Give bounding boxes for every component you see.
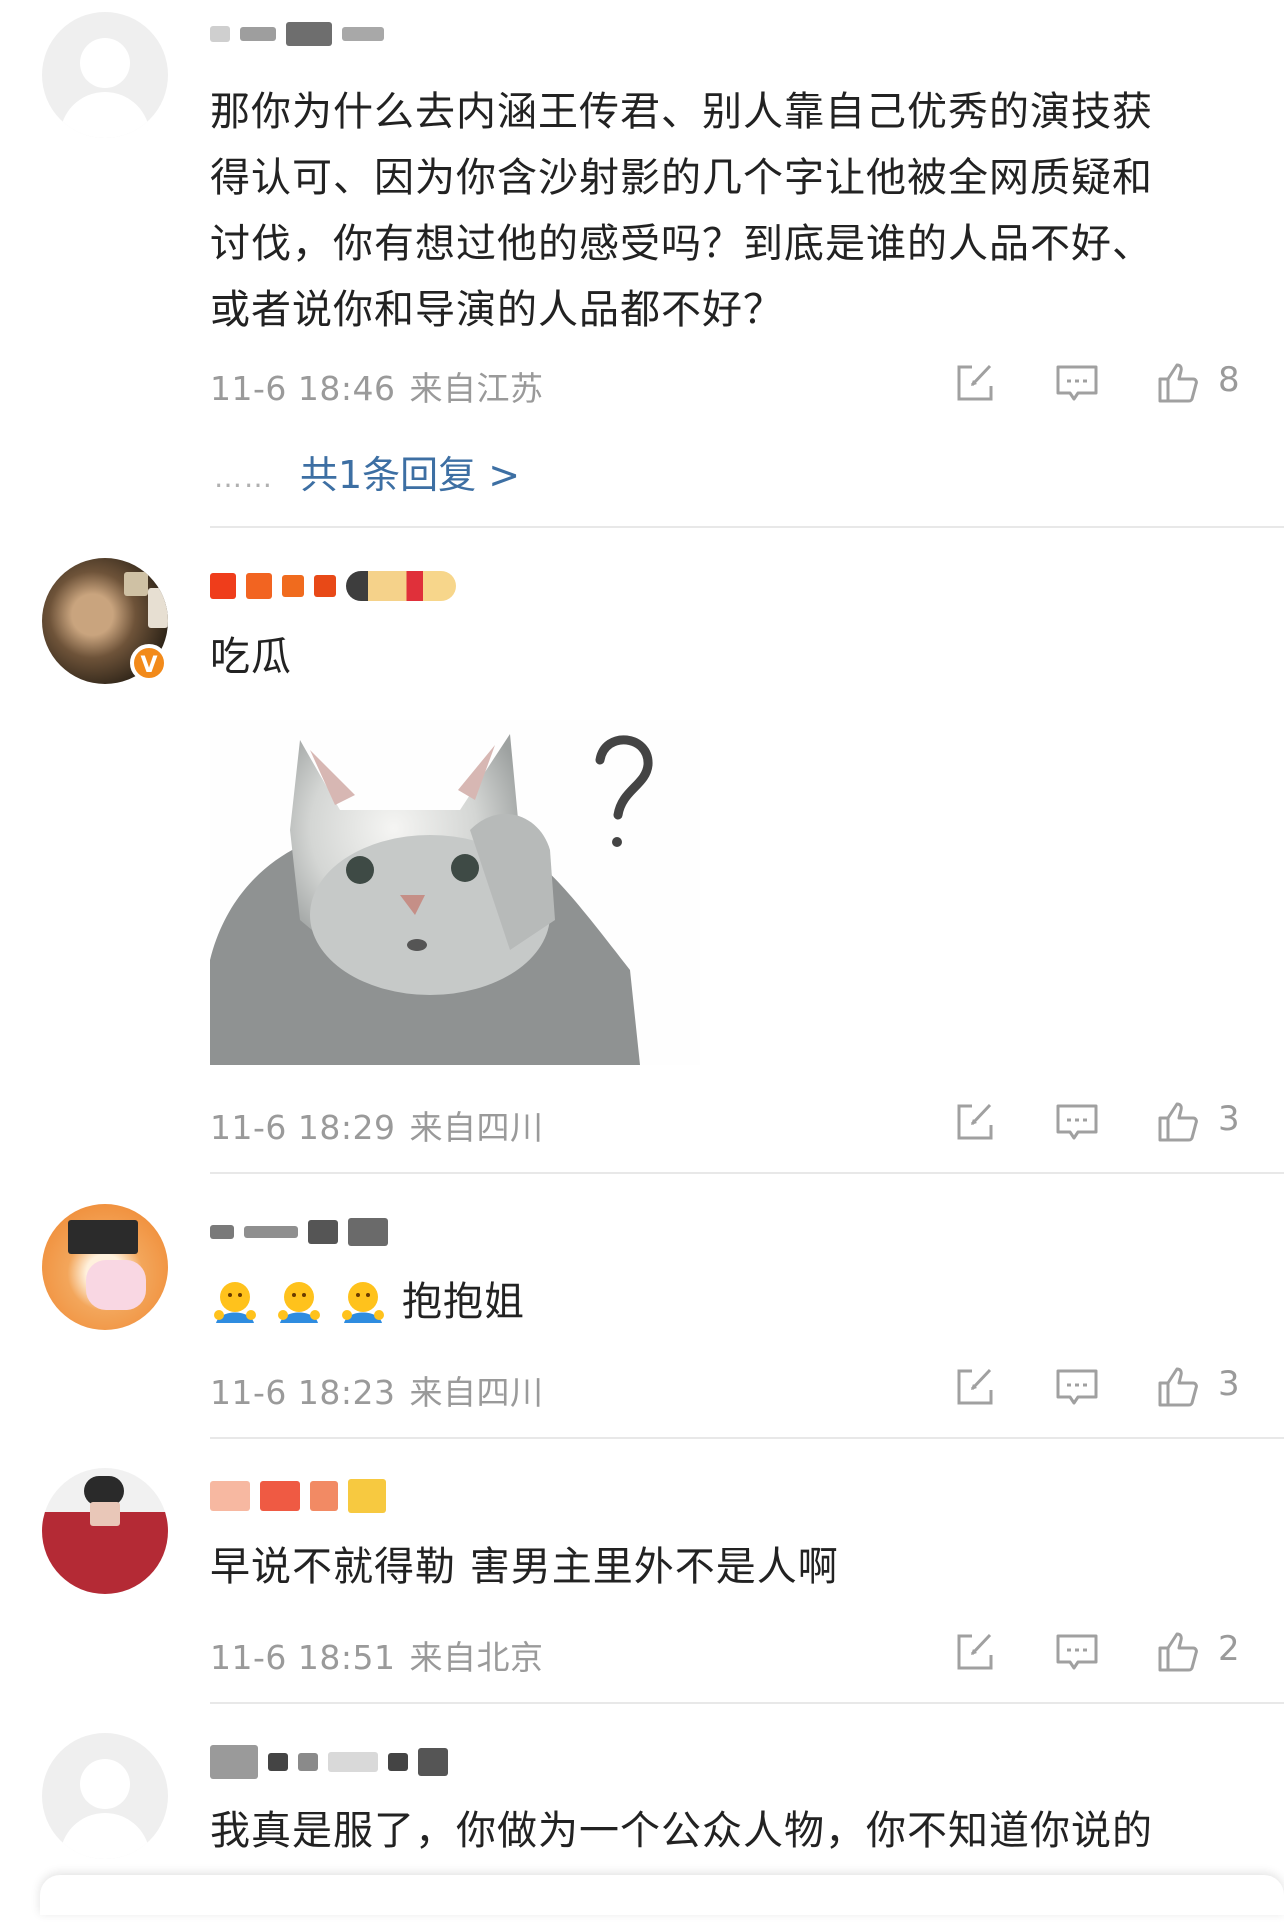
divider — [210, 1437, 1284, 1439]
comment-text: 吃瓜 — [210, 634, 292, 680]
divider — [210, 526, 1284, 528]
share-icon[interactable] — [950, 1627, 1000, 1677]
cat-meme-image[interactable] — [210, 720, 700, 1065]
timestamp: 11-6 18:46 — [210, 369, 396, 408]
username-blurred[interactable] — [210, 566, 456, 606]
comment-meta: 11-6 18:51 来自北京 — [210, 1631, 544, 1679]
username-blurred[interactable] — [210, 1742, 448, 1782]
comment-text: 那你为什么去内涵王传君、别人靠自己优秀的演技获 得认可、因为你含沙射影的几个字让… — [210, 89, 1153, 333]
thumbs-up-icon[interactable] — [1154, 1362, 1204, 1412]
thumbs-up-icon[interactable] — [1154, 1097, 1204, 1147]
thumbs-up-icon[interactable] — [1154, 358, 1204, 408]
comment-icon[interactable] — [1052, 1362, 1102, 1412]
avatar[interactable] — [42, 1733, 168, 1859]
action-bar: 3 — [950, 1097, 1250, 1147]
username-blurred[interactable] — [210, 1476, 386, 1516]
location: 来自四川 — [409, 1108, 544, 1147]
comment-meta: 11-6 18:23 来自四川 — [210, 1366, 544, 1414]
location: 来自江苏 — [409, 369, 544, 408]
comment-meta: 11-6 18:29 来自四川 — [210, 1101, 544, 1149]
timestamp: 11-6 18:23 — [210, 1373, 396, 1412]
like-count: 3 — [1218, 1364, 1240, 1404]
action-bar: 2 — [950, 1627, 1250, 1677]
view-replies-link[interactable]: …… 共1条回复 > — [214, 444, 520, 499]
comment-icon[interactable] — [1052, 1097, 1102, 1147]
comment-icon[interactable] — [1052, 1627, 1102, 1677]
action-bar: 8 — [950, 358, 1250, 408]
location: 来自北京 — [409, 1638, 544, 1677]
divider — [210, 1702, 1284, 1704]
hug-emoji-icon — [274, 1279, 324, 1329]
verified-badge: V — [130, 644, 168, 682]
comment-text: 早说不就得勒 害男主里外不是人啊 — [210, 1544, 839, 1590]
thumbs-up-icon[interactable] — [1154, 1627, 1204, 1677]
location: 来自四川 — [409, 1373, 544, 1412]
comment-text: 抱抱姐 — [210, 1269, 1250, 1335]
bottom-sheet-edge — [40, 1875, 1284, 1915]
hug-emoji-icon — [338, 1279, 388, 1329]
timestamp: 11-6 18:51 — [210, 1638, 396, 1677]
username-blurred[interactable] — [210, 1212, 388, 1252]
like-count: 3 — [1218, 1099, 1240, 1139]
comment-icon[interactable] — [1052, 358, 1102, 408]
avatar[interactable] — [42, 12, 168, 138]
share-icon[interactable] — [950, 1362, 1000, 1412]
comment-meta: 11-6 18:46 来自江苏 — [210, 362, 544, 410]
divider — [210, 1172, 1284, 1174]
avatar[interactable] — [42, 1468, 168, 1594]
username-blurred[interactable] — [210, 14, 384, 54]
hug-emoji-icon — [210, 1279, 260, 1329]
action-bar: 3 — [950, 1362, 1250, 1412]
share-icon[interactable] — [950, 358, 1000, 408]
like-count: 8 — [1218, 360, 1240, 400]
timestamp: 11-6 18:29 — [210, 1108, 396, 1147]
share-icon[interactable] — [950, 1097, 1000, 1147]
like-count: 2 — [1218, 1629, 1240, 1669]
avatar[interactable] — [42, 1204, 168, 1330]
